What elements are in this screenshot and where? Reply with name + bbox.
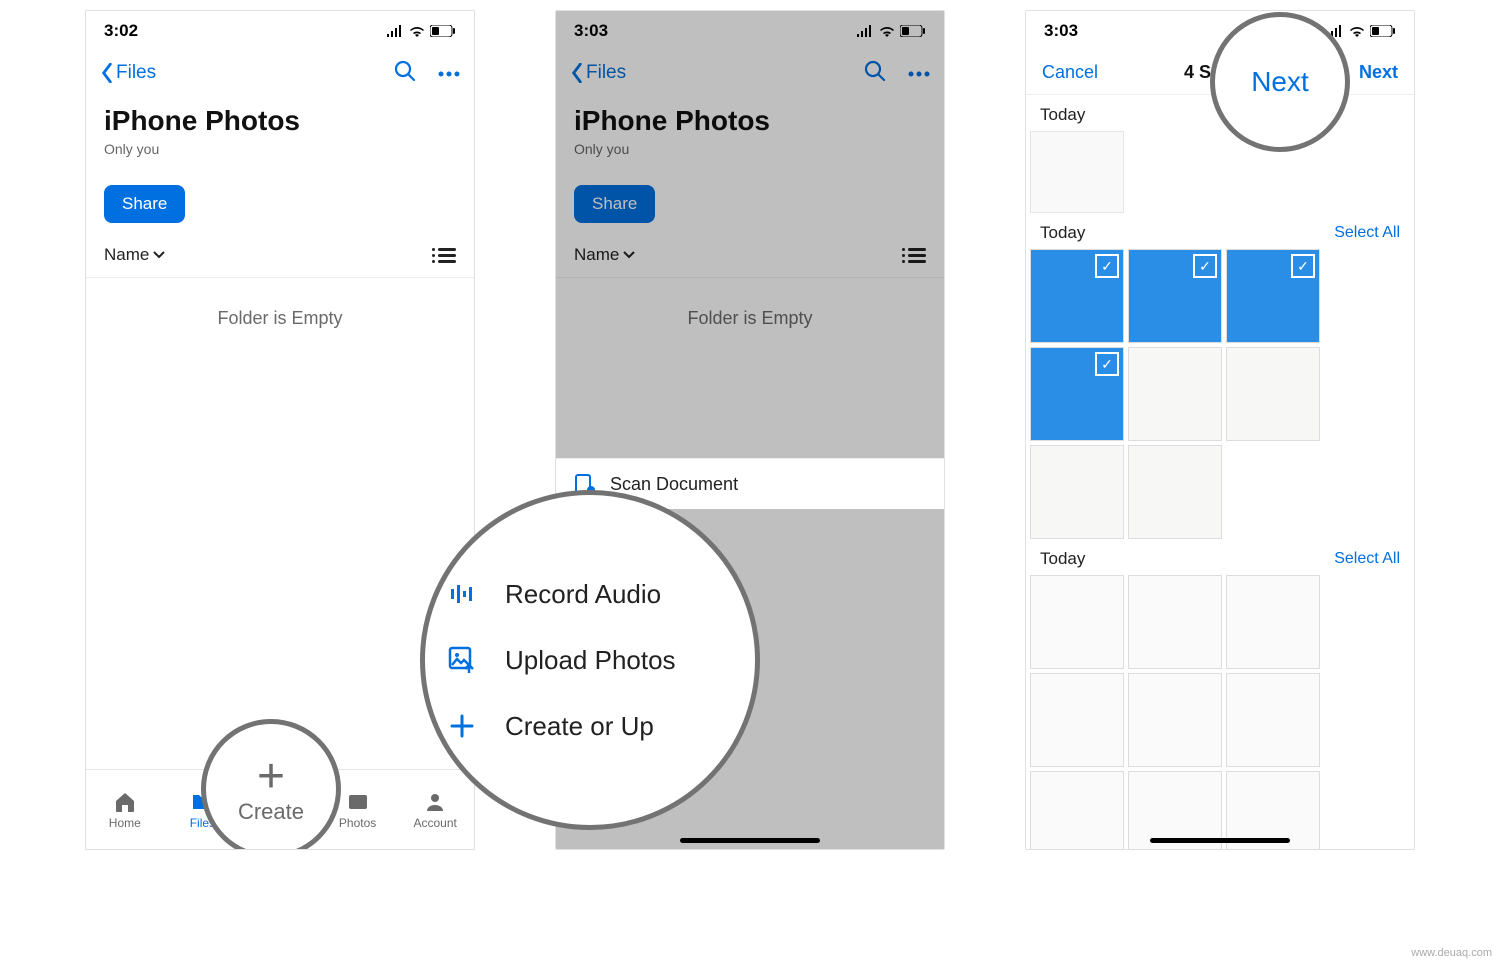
photo-thumb[interactable] bbox=[1226, 575, 1320, 669]
photo-grid bbox=[1026, 249, 1414, 539]
sheet-label: Create or Up bbox=[505, 711, 654, 742]
highlight-create: + Create bbox=[201, 719, 341, 850]
photo-thumb[interactable] bbox=[1128, 445, 1222, 539]
photo-thumb-selected[interactable] bbox=[1128, 249, 1222, 343]
tab-account[interactable]: Account bbox=[396, 770, 474, 849]
page-title: iPhone Photos bbox=[104, 105, 456, 137]
plus-icon: + bbox=[257, 753, 285, 801]
home-indicator bbox=[1150, 838, 1290, 843]
sheet-label: Scan Document bbox=[610, 474, 738, 495]
section-title: Today bbox=[1040, 223, 1085, 243]
create-label: Create bbox=[238, 799, 304, 825]
photo-thumb[interactable] bbox=[1030, 771, 1124, 850]
sort-dropdown[interactable]: Name bbox=[104, 245, 165, 265]
highlight-next: Next bbox=[1210, 12, 1350, 152]
page-subtitle: Only you bbox=[104, 141, 456, 157]
tab-label: Account bbox=[413, 816, 456, 830]
photo-thumb[interactable] bbox=[1128, 673, 1222, 767]
share-button[interactable]: Share bbox=[104, 185, 185, 223]
photo-thumb[interactable] bbox=[1030, 575, 1124, 669]
photo-grid bbox=[1026, 131, 1414, 213]
status-icons bbox=[1326, 25, 1396, 37]
screen-files-empty: 3:02 Files iPhone Photos bbox=[85, 10, 475, 850]
photo-thumb[interactable] bbox=[1030, 445, 1124, 539]
sheet-label: Record Audio bbox=[505, 579, 661, 610]
tab-home[interactable]: Home bbox=[86, 770, 164, 849]
highlight-upload-photos: Record Audio Upload Photos Create or Up bbox=[420, 490, 760, 830]
folder-header: iPhone Photos Only you bbox=[86, 95, 474, 171]
photo-thumb[interactable] bbox=[1128, 575, 1222, 669]
section-header: Today Select All bbox=[1026, 213, 1414, 249]
photo-thumb[interactable] bbox=[1030, 131, 1124, 213]
clock-time: 3:03 bbox=[1044, 21, 1078, 41]
audio-icon bbox=[445, 577, 479, 611]
photo-upload-icon bbox=[445, 643, 479, 677]
photo-thumb-selected[interactable] bbox=[1226, 249, 1320, 343]
photo-thumb[interactable] bbox=[1128, 347, 1222, 441]
photo-grid bbox=[1026, 575, 1414, 850]
section-header: Today Select All bbox=[1026, 539, 1414, 575]
sort-row: Name bbox=[86, 223, 474, 278]
back-button[interactable]: Files bbox=[100, 62, 156, 84]
tab-label: Home bbox=[109, 816, 141, 830]
plus-icon bbox=[445, 709, 479, 743]
sheet-label: Upload Photos bbox=[505, 645, 676, 676]
clock-time: 3:02 bbox=[104, 21, 138, 41]
photo-thumb-selected[interactable] bbox=[1030, 347, 1124, 441]
nav-bar: Files bbox=[86, 51, 474, 95]
more-icon[interactable] bbox=[438, 64, 460, 82]
status-bar: 3:02 bbox=[86, 11, 474, 51]
status-icons bbox=[386, 25, 456, 37]
tab-label: Photos bbox=[339, 816, 376, 830]
sheet-upload-photos[interactable]: Upload Photos bbox=[425, 627, 755, 693]
home-indicator bbox=[680, 838, 820, 843]
section-title: Today bbox=[1040, 105, 1085, 125]
view-toggle-icon[interactable] bbox=[438, 248, 456, 263]
select-all-button[interactable]: Select All bbox=[1334, 550, 1400, 568]
next-label: Next bbox=[1251, 66, 1309, 98]
cancel-button[interactable]: Cancel bbox=[1042, 62, 1098, 83]
screen-photo-picker: 3:03 Cancel 4 Selected Next Today Today … bbox=[1025, 10, 1415, 850]
search-icon[interactable] bbox=[394, 60, 416, 87]
back-label: Files bbox=[116, 62, 156, 84]
watermark: www.deuaq.com bbox=[1411, 947, 1492, 959]
section-title: Today bbox=[1040, 549, 1085, 569]
select-all-button[interactable]: Select All bbox=[1334, 224, 1400, 242]
sheet-create-upload[interactable]: Create or Up bbox=[425, 693, 755, 759]
photo-thumb[interactable] bbox=[1226, 347, 1320, 441]
next-button[interactable]: Next bbox=[1359, 62, 1398, 83]
photo-thumb[interactable] bbox=[1030, 673, 1124, 767]
photo-thumb-selected[interactable] bbox=[1030, 249, 1124, 343]
sort-label-text: Name bbox=[104, 245, 149, 265]
photo-thumb[interactable] bbox=[1226, 673, 1320, 767]
sheet-record-audio[interactable]: Record Audio bbox=[425, 561, 755, 627]
empty-state: Folder is Empty bbox=[86, 278, 474, 329]
